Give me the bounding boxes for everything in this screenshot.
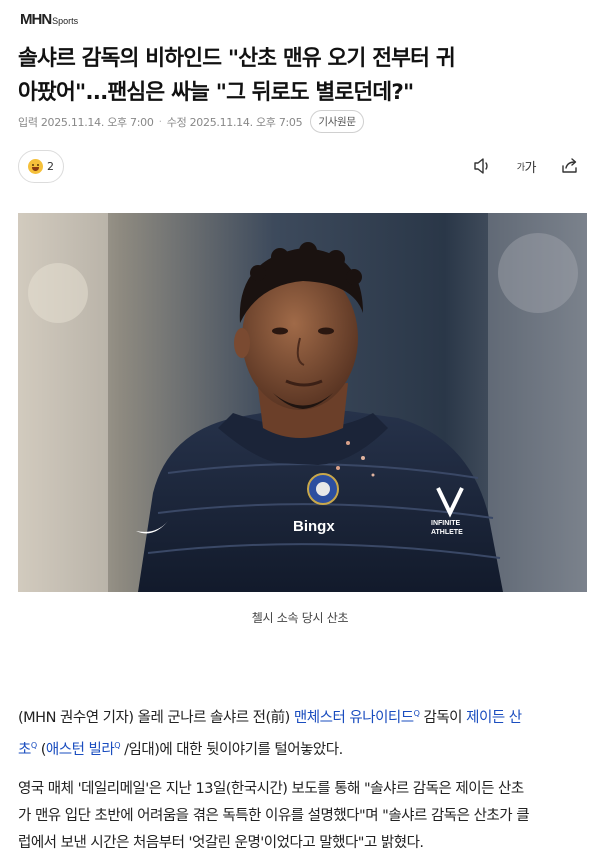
p2-line-3: 럽에서 보낸 시간은 처음부터 '엇갈린 운명'이었다고 말했다"고 밝혔다. xyxy=(18,835,424,851)
logo-main-text: MHN xyxy=(20,11,52,28)
logo-sub-text: Sports xyxy=(52,16,79,26)
player-photo-illustration: Bingx INFINITE ATHLETE xyxy=(18,213,587,592)
p1-text-b: 감독이 xyxy=(419,709,467,726)
speaker-icon[interactable] xyxy=(473,155,493,177)
grinning-face-icon xyxy=(28,159,43,174)
article-meta: 입력 2025.11.14. 오후 7:00 · 수정 2025.11.14. … xyxy=(18,110,364,133)
site-logo[interactable]: MHN Sports xyxy=(20,11,78,28)
modified-date: 수정 2025.11.14. 오후 7:05 xyxy=(166,115,303,129)
p2-line-2: 가 맨유 입단 초반에 어려움을 겪은 독특한 이유를 설명했다"며 "솔샤르 … xyxy=(18,808,530,824)
article-tools: 가 가 xyxy=(473,155,580,177)
p2-line-1: 영국 매체 '데일리메일'은 지난 13일(한국시간) 보도를 통해 "솔샤르 … xyxy=(18,781,524,797)
original-article-button[interactable]: 기사원문 xyxy=(310,110,364,133)
photo-caption: 첼시 소속 당시 산초 xyxy=(251,611,349,625)
article-headline: 솔샤르 감독의 비하인드 "산초 맨유 오기 전부터 귀 아팠어"...팬심은 … xyxy=(18,42,588,110)
reaction-button[interactable]: 2 xyxy=(18,150,64,183)
link-aston-villa[interactable]: 애스턴 빌라Q xyxy=(46,741,121,758)
share-icon[interactable] xyxy=(560,155,580,177)
font-small-label: 가 xyxy=(516,162,525,173)
article-paragraph-2: 영국 매체 '데일리메일'은 지난 13일(한국시간) 보도를 통해 "솔샤르 … xyxy=(18,776,588,857)
meta-separator: · xyxy=(158,115,163,128)
article-paragraph-1: (MHN 권수연 기자) 올레 군나르 솔샤르 전(前) 맨체스터 유나이티드Q… xyxy=(18,700,588,764)
article-photo: Bingx INFINITE ATHLETE xyxy=(18,213,587,592)
sponsor-text: Bingx xyxy=(293,518,335,535)
p1-text-c: ( xyxy=(36,741,47,758)
link-manchester-united[interactable]: 맨체스터 유나이티드Q xyxy=(294,709,420,726)
headline-line-1: 솔샤르 감독의 비하인드 "산초 맨유 오기 전부터 귀 xyxy=(18,46,456,71)
headline-line-2: 아팠어"...팬심은 싸늘 "그 뒤로도 별로던데?" xyxy=(18,80,414,105)
reaction-count: 2 xyxy=(47,160,54,173)
brand-text-line-1: INFINITE xyxy=(431,520,460,527)
p1-text-d: /임대)에 대한 뒷이야기를 털어놓았다. xyxy=(120,741,343,758)
brand-text-line-2: ATHLETE xyxy=(431,529,463,536)
font-large-label: 가 xyxy=(524,160,537,176)
published-date: 입력 2025.11.14. 오후 7:00 xyxy=(18,115,154,129)
font-size-button[interactable]: 가 가 xyxy=(516,155,537,177)
p1-text-a: (MHN 권수연 기자) 올레 군나르 솔샤르 전(前) xyxy=(18,709,294,726)
